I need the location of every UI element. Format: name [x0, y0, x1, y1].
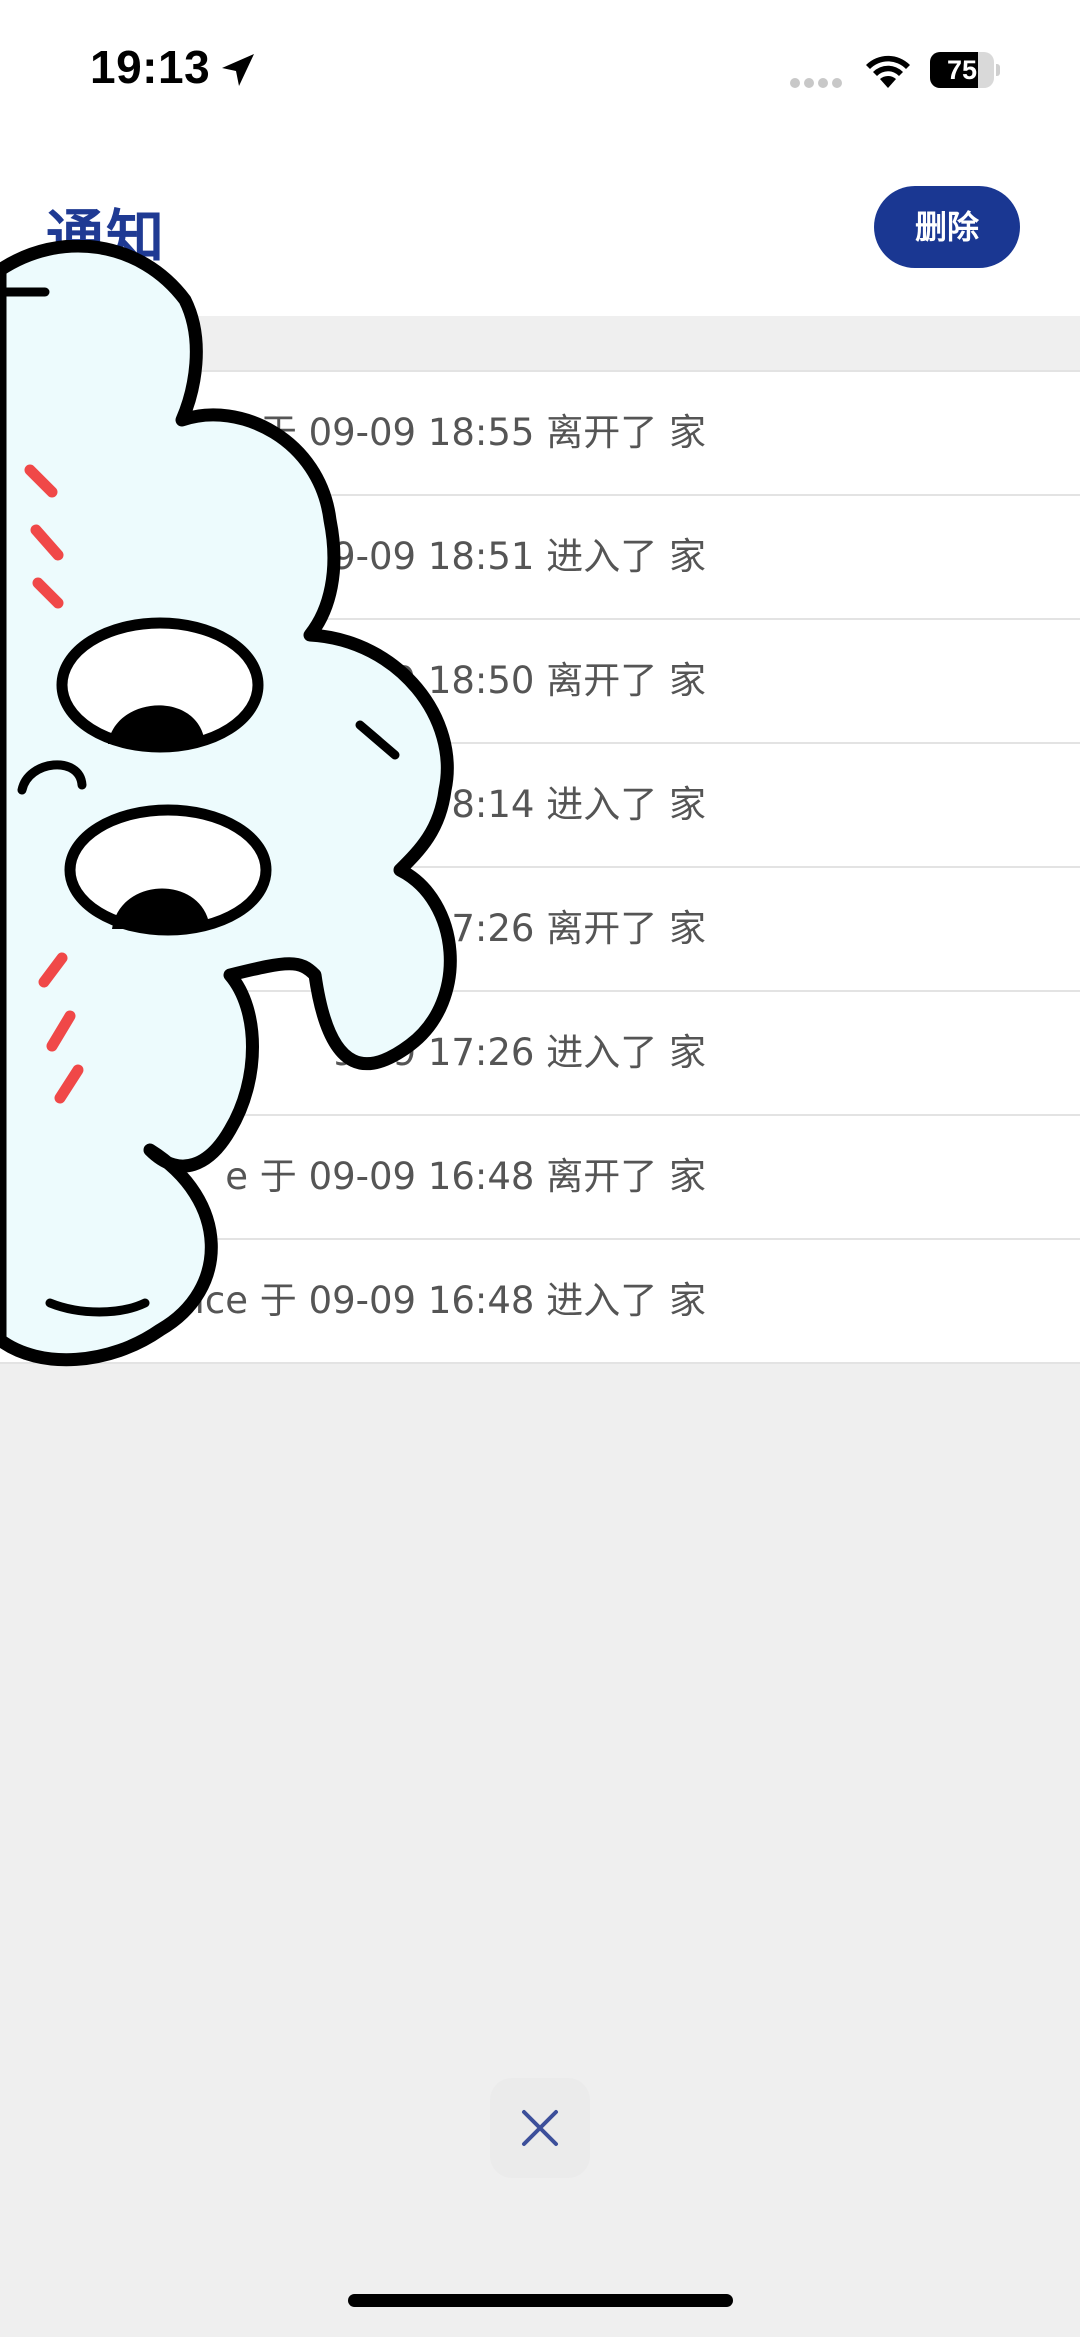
status-time: 19:13 [90, 41, 211, 93]
status-bar: 19:13 75 [0, 0, 1080, 140]
home-indicator [348, 2294, 733, 2307]
battery-percentage: 75 [946, 55, 978, 85]
close-icon [522, 2110, 558, 2146]
notification-text: 8:14 进入了 家 [451, 783, 706, 826]
cloud-mascot-sticker[interactable] [0, 240, 470, 1370]
close-button[interactable] [490, 2078, 590, 2178]
battery-icon: 75 [930, 52, 1000, 88]
location-arrow-icon [222, 54, 254, 86]
cellular-signal-icon [790, 78, 842, 88]
wifi-icon [866, 55, 910, 88]
delete-button[interactable]: 删除 [874, 186, 1020, 268]
